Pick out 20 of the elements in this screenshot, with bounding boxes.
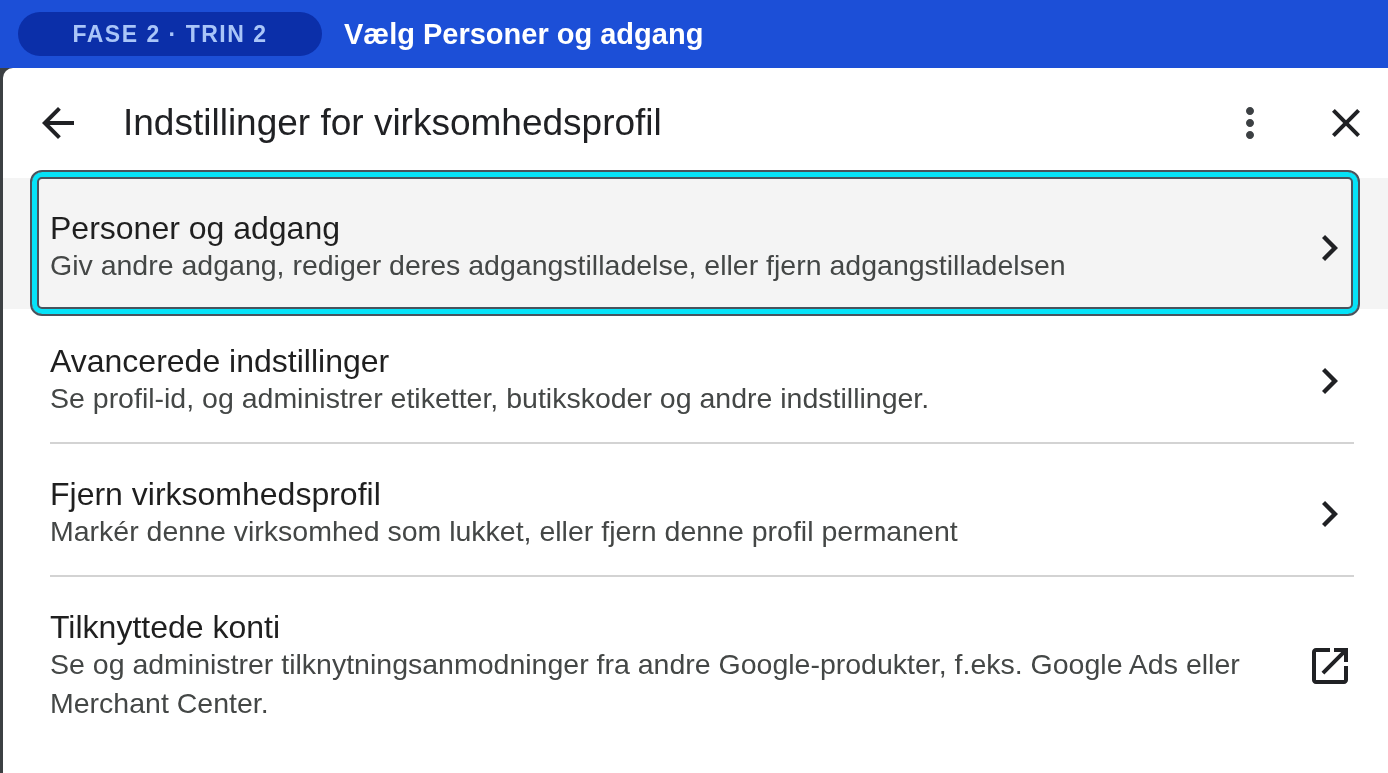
item-description: Giv andre adgang, rediger deres adgangstilladelse, eller fjern adgangstilladelsen <box>50 248 1067 283</box>
external-link-icon <box>1312 648 1348 684</box>
chevron-right-icon <box>1322 499 1338 528</box>
item-title: Fjern virksomhedsprofil <box>50 476 381 512</box>
item-description: Markér denne virksomhed som lukket, eller fjern denne profil permanent <box>50 514 959 549</box>
chevron-right-icon <box>1322 366 1338 395</box>
more-options-icon <box>1246 107 1254 139</box>
settings-item[interactable]: Fjern virksomhedsprofil Markér denne virksomhed som lukket, eller fjern denne profil permanent <box>3 444 1388 575</box>
item-title: Avancerede indstillinger <box>50 343 390 379</box>
item-description: Se og administrer tilknytningsanmodninger fra andre Google-produkter, f.eks. Google Ads eller Merchant Center. <box>50 647 1241 721</box>
step-badge: FASE 2 · TRIN 2 <box>18 12 322 56</box>
item-title: Personer og adgang <box>50 210 340 246</box>
settings-item[interactable]: Tilknyttede konti Se og administrer tilknytningsanmodninger fra andre Google-produkter, f.eks. Google Ads eller Merchant Center. <box>3 577 1388 747</box>
item-title: Tilknyttede konti <box>50 609 281 645</box>
back-arrow-icon <box>42 107 74 139</box>
step-title: Vælg Personer og adgang <box>344 17 704 51</box>
chevron-right-icon <box>1322 233 1338 262</box>
close-icon <box>1332 109 1360 137</box>
dialog-title: Indstillinger for virksomhedsprofil <box>123 102 662 144</box>
item-description: Se profil-id, og administrer etiketter, butikskoder og andre indstillinger. <box>50 381 931 416</box>
